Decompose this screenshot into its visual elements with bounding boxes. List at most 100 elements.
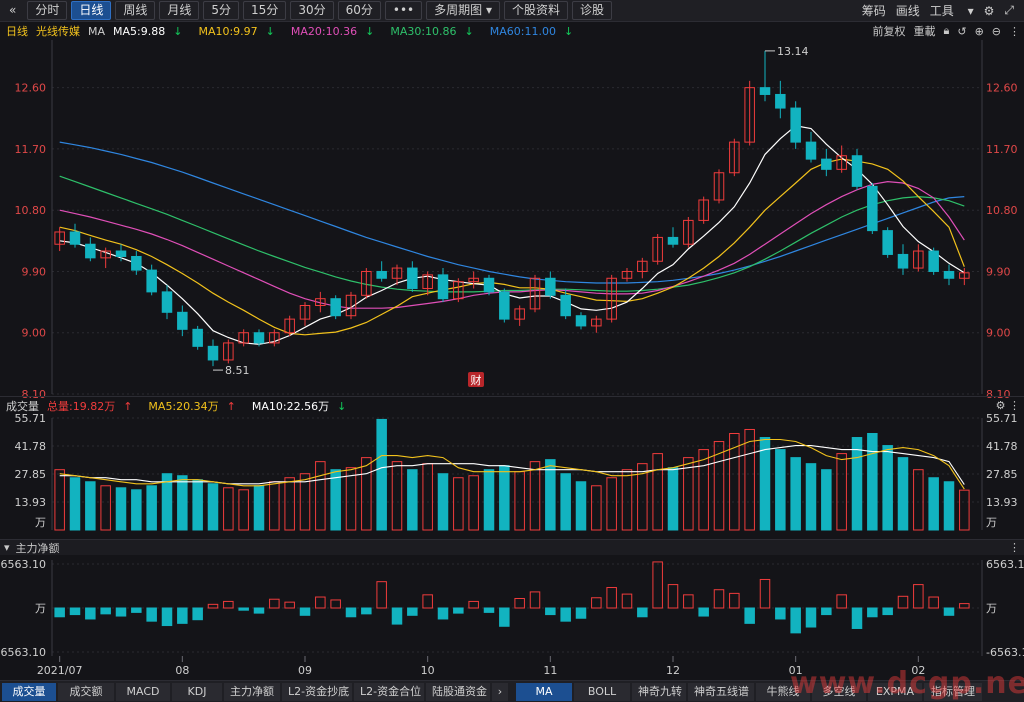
volume-bar — [238, 489, 249, 531]
money-flow-bar — [851, 607, 863, 629]
candlesticks[interactable] — [54, 50, 970, 367]
collapse-triangle-icon[interactable]: ▾ — [4, 541, 10, 554]
volume-settings-icon[interactable]: ⚙ ⋮ — [996, 399, 1020, 412]
candle-body — [851, 155, 863, 187]
volume-tick-right: 万 — [986, 516, 997, 529]
price-tick-left: 12.60 — [15, 82, 47, 95]
candle — [637, 257, 648, 279]
volume-title[interactable]: 成交量 — [6, 398, 39, 414]
kline-chart[interactable]: 12.6011.7010.809.909.008.10 12.6011.7010… — [0, 0, 1024, 680]
money-flow-bar — [54, 607, 65, 618]
volume-bar — [882, 445, 893, 531]
tab-ma[interactable]: MA — [516, 682, 572, 701]
candle-body — [897, 253, 909, 269]
money-flow-bar — [483, 607, 495, 613]
candle — [744, 80, 755, 146]
candle — [897, 244, 909, 275]
candle-body — [161, 291, 173, 313]
volume-tick-right: 41.78 — [986, 440, 1018, 453]
candle — [299, 302, 311, 326]
candle — [821, 148, 832, 177]
candle-body — [805, 141, 817, 160]
money-flow-bar — [759, 578, 771, 609]
money-flow-bar — [422, 594, 433, 609]
volume-bar — [667, 467, 679, 531]
candle-body — [575, 315, 587, 327]
money-flow-menu-icon[interactable]: ⋮ — [1009, 541, 1020, 554]
money-flow-bar — [591, 597, 602, 609]
low-price-label: 8.51 — [225, 364, 250, 377]
volume-bar — [606, 477, 617, 531]
money-flow-bar — [897, 595, 909, 609]
candle — [683, 217, 694, 248]
money-flow-bars[interactable] — [54, 561, 970, 634]
candle-body — [667, 236, 679, 245]
candle-body — [483, 277, 495, 293]
volume-ma10-text: MA10:22.56万 — [251, 399, 330, 413]
event-marker: 财 — [468, 372, 484, 387]
volume-bar — [529, 461, 541, 531]
candle — [146, 264, 157, 296]
candle-body — [131, 255, 142, 271]
volume-bar — [913, 469, 924, 531]
candle — [468, 271, 479, 289]
candle-body — [437, 274, 449, 300]
tab-l2-bottom[interactable]: L2-资金抄底 — [282, 682, 352, 701]
money-tick-right: 万 — [986, 602, 997, 615]
tab-main-money[interactable]: 主力净额 — [224, 682, 280, 701]
price-tick-left: 9.90 — [22, 265, 47, 278]
volume-bars[interactable] — [54, 418, 970, 531]
volume-ma5: MA5:20.34万 ↑ — [148, 399, 236, 413]
tab-amount[interactable]: 成交额 — [58, 682, 114, 701]
volume-bar — [223, 487, 234, 531]
tab-l2-position[interactable]: L2-资金合位 — [354, 682, 424, 701]
tab-boll[interactable]: BOLL — [574, 682, 630, 701]
money-flow-bar — [69, 607, 81, 616]
candle — [575, 312, 587, 330]
candle — [269, 329, 280, 347]
candle-body — [775, 93, 786, 109]
volume-bar — [361, 457, 372, 531]
money-flow-info-bar: ▾ 主力净额 ⋮ — [0, 539, 1024, 555]
money-flow-title[interactable]: 主力净额 — [16, 540, 60, 556]
money-flow-bar — [161, 607, 173, 627]
candle-body — [85, 243, 96, 259]
money-flow-bar — [652, 561, 663, 609]
candle — [560, 288, 571, 320]
money-tick-right: -6563.10 — [986, 646, 1024, 659]
money-flow-bar — [269, 598, 280, 609]
candle — [775, 80, 786, 119]
candle — [284, 315, 295, 337]
candle-body — [499, 291, 510, 320]
tab-northbound[interactable]: 陆股通资金 — [426, 682, 490, 701]
candle-body — [821, 158, 832, 170]
candle — [514, 305, 525, 326]
candle — [54, 227, 65, 252]
volume-bar — [407, 469, 418, 531]
tab-volume[interactable]: 成交量 — [2, 682, 56, 701]
tab-five-line[interactable]: 神奇五线谱 — [688, 682, 754, 701]
candle — [483, 274, 495, 296]
volume-bar — [100, 485, 111, 531]
volume-bar — [146, 485, 157, 531]
candle-body — [376, 270, 387, 279]
candle-body — [759, 87, 771, 95]
tab-macd[interactable]: MACD — [116, 682, 170, 701]
volume-bar — [821, 469, 832, 531]
candle-body — [407, 267, 418, 289]
watermark: www.dcgp.net — [790, 666, 1024, 701]
tab-scroll-right-icon[interactable]: › — [492, 682, 508, 701]
money-flow-bar — [253, 607, 265, 614]
money-flow-bar — [943, 607, 955, 616]
candle — [882, 227, 893, 258]
money-flow-bar — [959, 603, 970, 609]
candle — [805, 131, 817, 163]
tab-kdj[interactable]: KDJ — [172, 682, 222, 701]
candle — [437, 268, 449, 303]
candle-body — [115, 250, 127, 257]
tab-td9[interactable]: 神奇九转 — [632, 682, 686, 701]
candle — [667, 227, 679, 248]
money-flow-bar — [115, 607, 127, 617]
candle — [69, 223, 81, 248]
candle — [591, 315, 602, 333]
